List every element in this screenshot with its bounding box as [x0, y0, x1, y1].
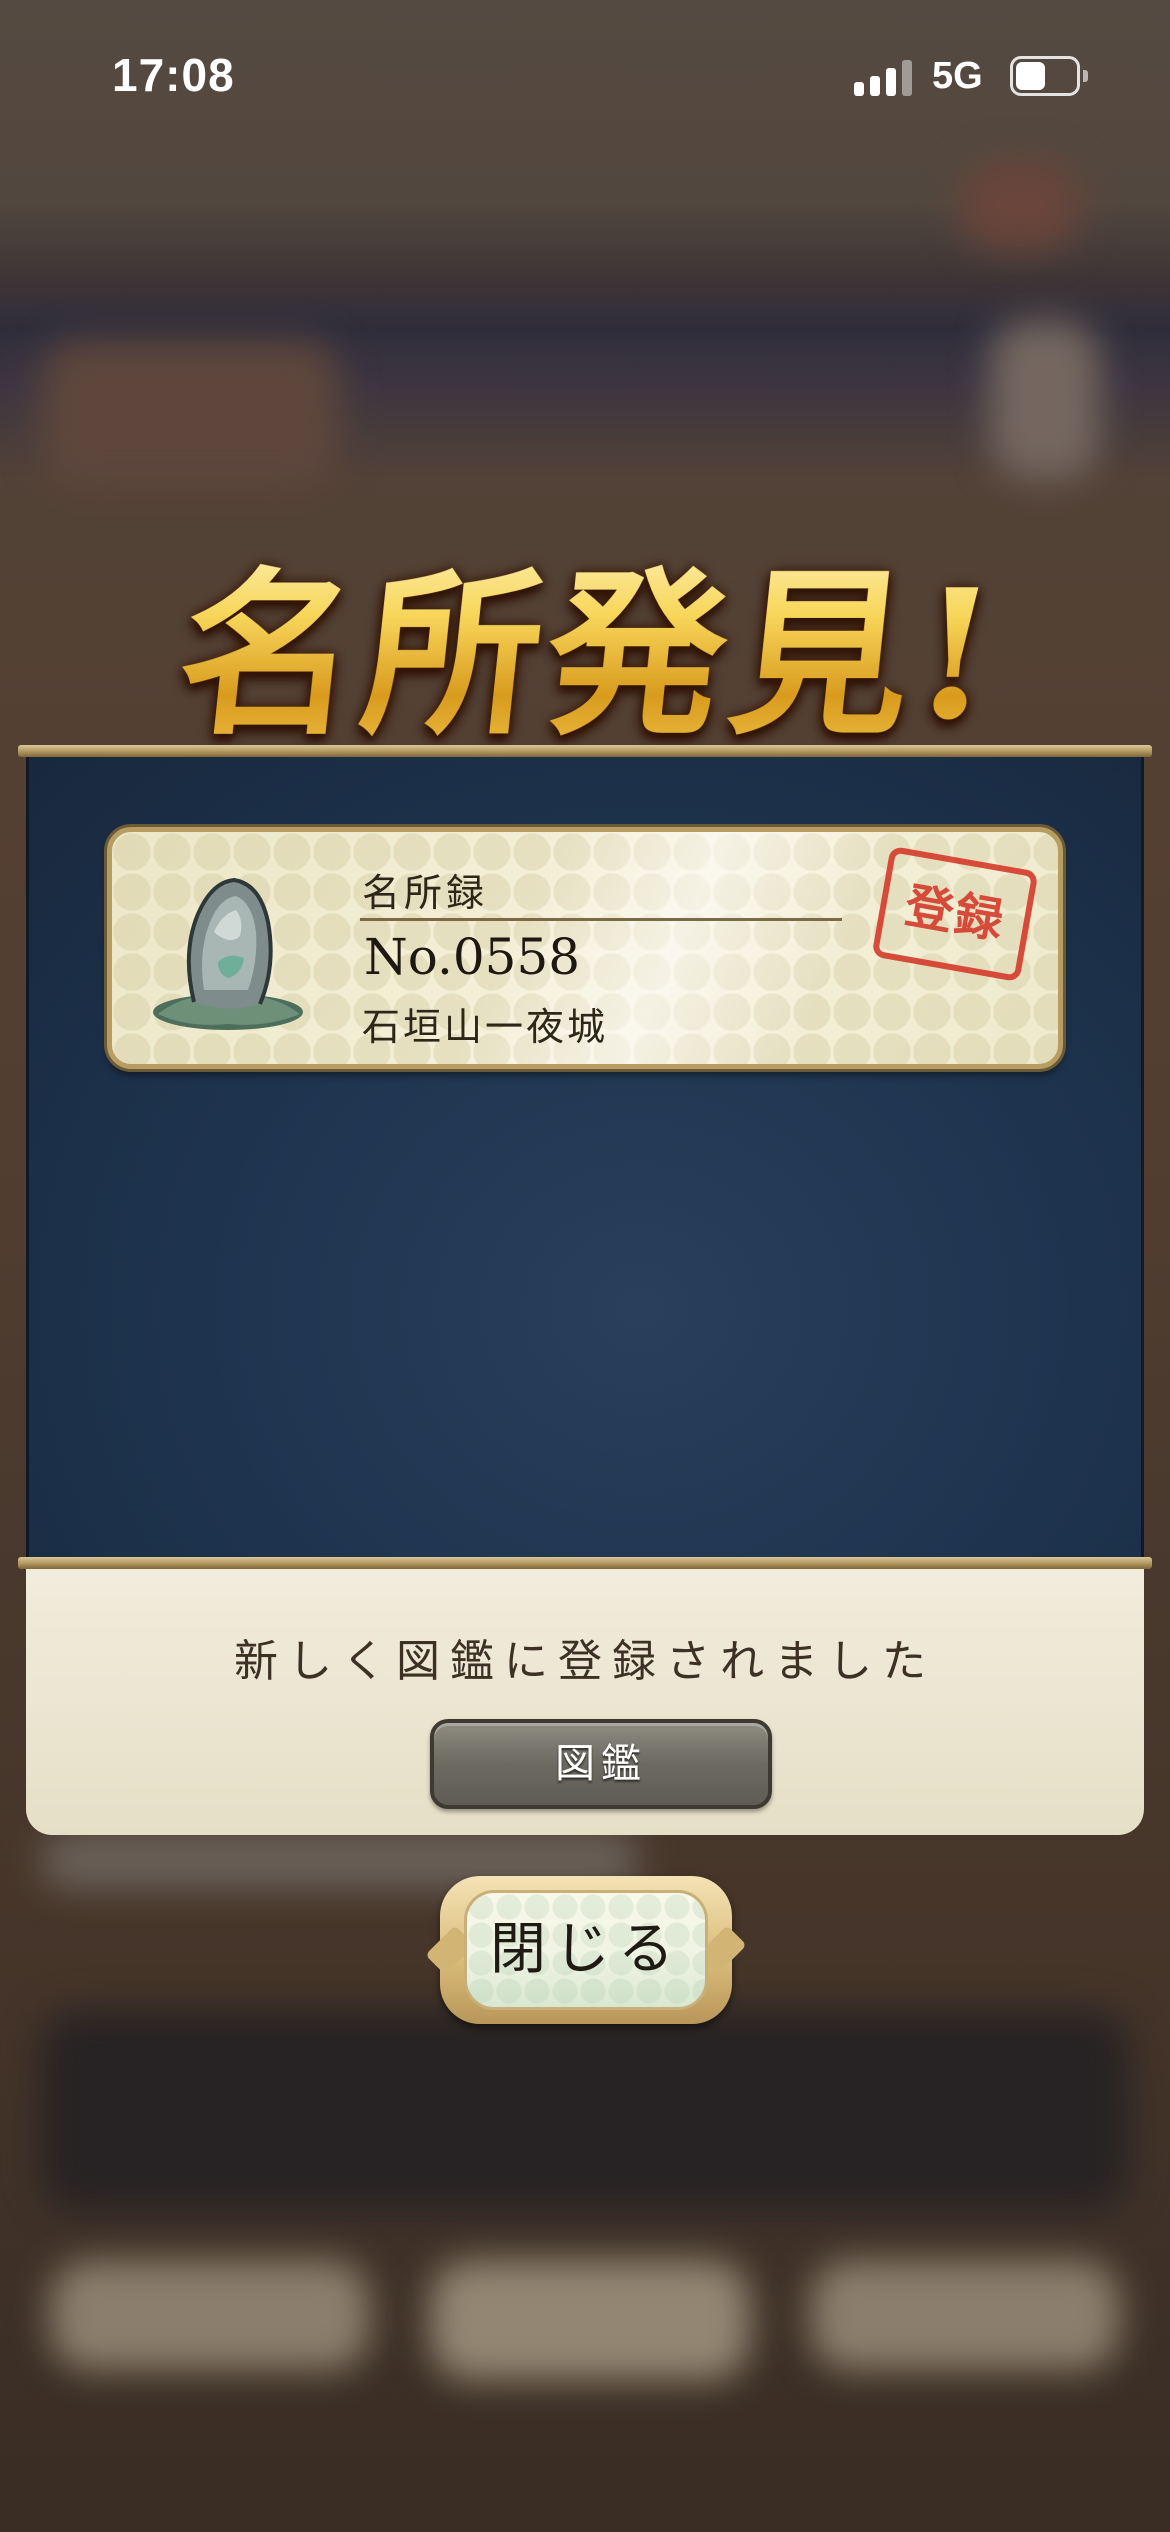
- dialog-top-rule: [18, 745, 1152, 757]
- status-time: 17:08: [112, 49, 235, 101]
- rock-icon: [153, 877, 303, 1030]
- record-card: 名所録 No.0558 石垣山一夜城 登録: [107, 827, 1063, 1069]
- record-number: No.0558: [364, 928, 581, 986]
- place-name: 石垣山一夜城: [362, 1005, 609, 1049]
- close-button[interactable]: 閉じる: [425, 1876, 747, 2024]
- status-bar: 17:08 5G: [0, 0, 1170, 150]
- network-type: 5G: [932, 55, 983, 97]
- zukan-button[interactable]: 図鑑: [430, 1719, 772, 1809]
- card-divider: [360, 918, 842, 921]
- signal-icon: [854, 58, 914, 96]
- close-button-label: 閉じる: [490, 1917, 682, 1982]
- dialog-mid-rule: [18, 1557, 1152, 1569]
- dialog-footer: 新しく図鑑に登録されました 図鑑: [26, 1569, 1144, 1835]
- registered-message: 新しく図鑑に登録されました: [234, 1636, 936, 1687]
- discovery-dialog: 名所録 No.0558 石垣山一夜城 登録 新しく図鑑に登録されました 図鑑: [18, 745, 1152, 1835]
- card-label: 名所録: [362, 871, 489, 915]
- battery-icon: [1010, 56, 1088, 96]
